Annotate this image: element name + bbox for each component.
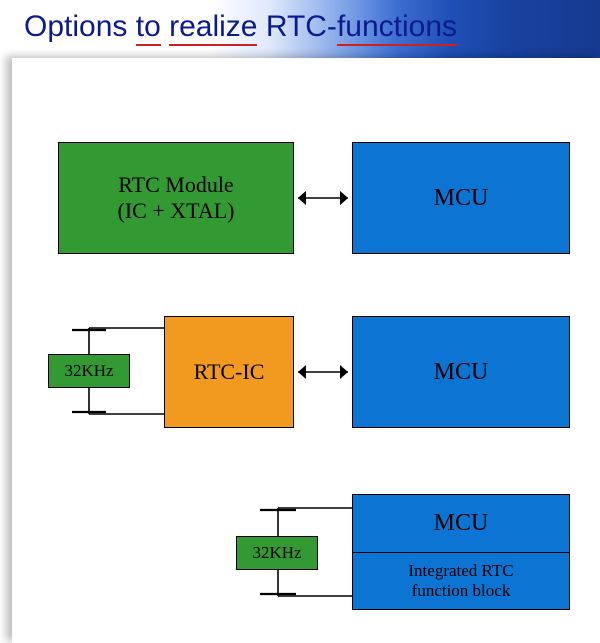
title-word: RTC- [257,10,336,43]
option3-mcu-box: MCU [352,494,570,552]
box-label: 32KHz [64,361,113,381]
box-label: MCU [434,509,489,538]
option1-rtc-module-box: RTC Module (IC + XTAL) [58,142,294,254]
title-word-misspell: to [136,10,161,46]
option1-mcu-box: MCU [352,142,570,254]
option3-integrated-rtc-box: Integrated RTC function block [352,552,570,610]
box-label: 32KHz [252,543,301,563]
slide: Options to realize RTC-functions RTC Mod… [0,0,600,643]
title-word [161,10,169,43]
slide-title: Options to realize RTC-functions [24,10,457,44]
title-word-misspell: functions [337,10,457,46]
box-label: RTC Module [118,172,233,198]
box-label: (IC + XTAL) [118,198,235,224]
title-word: Options [24,10,136,43]
option2-arrow-icon [298,365,348,379]
box-label: MCU [434,184,489,213]
option2-mcu-box: MCU [352,316,570,428]
box-label: MCU [434,358,489,387]
diagram-canvas: RTC Module (IC + XTAL) MCU 32KHz RTC-IC … [12,58,600,643]
option2-rtc-ic-box: RTC-IC [164,316,294,428]
box-label: RTC-IC [194,359,265,385]
title-word-misspell: realize [169,10,257,46]
option1-arrow-icon [298,191,348,205]
option3-crystal-box: 32KHz [236,536,318,570]
box-label: Integrated RTC function block [408,561,513,602]
option2-crystal-box: 32KHz [48,354,130,388]
